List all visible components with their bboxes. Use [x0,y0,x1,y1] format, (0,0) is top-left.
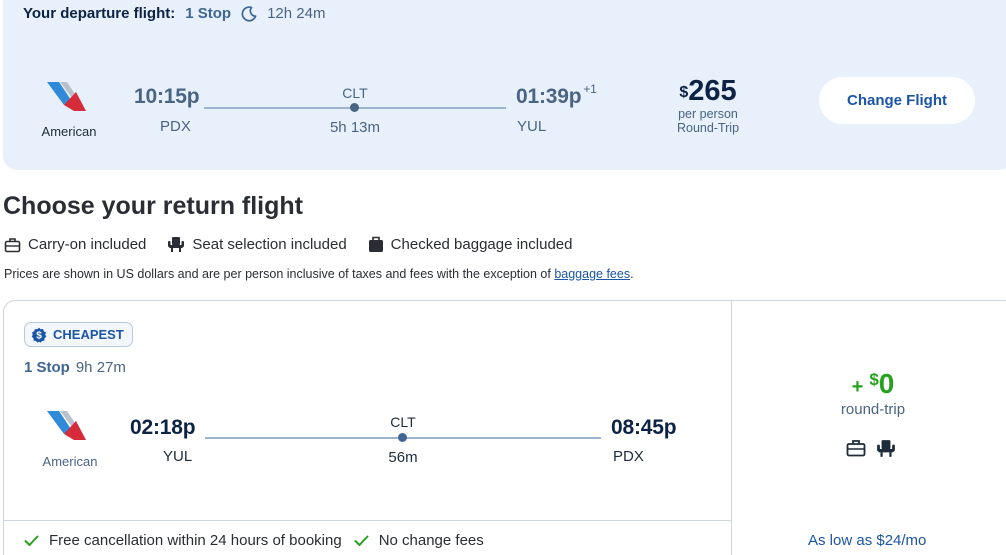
return-stop-dot [398,433,407,442]
american-airlines-logo [45,408,87,442]
policy-item: Free cancellation within 24 hours of boo… [24,532,342,549]
page-title: Choose your return flight [3,192,303,220]
price-notice: Prices are shown in US dollars and are p… [4,267,634,281]
amenity-label: Carry-on included [28,236,147,253]
return-depart-code: YUL [163,448,193,465]
seat-icon [876,439,896,458]
departure-plus-day: +1 [583,82,597,96]
amenities-list: Carry-on included Seat selection include… [4,236,593,253]
departure-arrive-code: YUL [517,118,547,135]
amenity-label: Checked baggage included [390,236,573,253]
return-price-amount: + $0 [800,368,946,400]
departure-depart-time: 10:15p [134,85,200,108]
return-stops: 1 Stop [24,359,70,376]
departure-label: Your departure flight: [23,5,176,22]
american-airlines-logo [45,79,87,113]
departure-arrive-time: 01:39p [516,85,582,108]
currency-symbol: $ [869,370,879,389]
return-layover: 56m [388,449,418,466]
baggage-fees-link[interactable]: baggage fees [554,267,630,281]
departure-stop-dot [350,103,359,112]
amenity-seat: Seat selection included [167,236,347,253]
svg-text:$: $ [36,330,42,341]
departure-layover: 5h 13m [329,119,381,136]
notice-text: Prices are shown in US dollars and are p… [4,267,555,281]
return-summary: 1 Stop 9h 27m [24,359,126,376]
notice-end: . [630,267,634,281]
amenity-label: Seat selection included [192,236,347,253]
return-arrive-code: PDX [613,448,644,465]
departure-header: Your departure flight: 1 Stop 12h 24m [23,5,325,22]
plus-sign: + [851,376,864,398]
badge-label: CHEAPEST [53,327,124,342]
policies-list: Free cancellation within 24 hours of boo… [24,532,496,549]
departure-duration: 12h 24m [267,5,326,22]
departure-airline-name: American [41,124,97,139]
price-value: 265 [688,75,737,107]
carry-on-icon [846,439,866,458]
return-depart-time: 02:18p [130,416,196,439]
change-flight-button[interactable]: Change Flight [819,77,975,124]
return-price-label: round-trip [840,401,906,418]
price-trip-type: Round-Trip [676,121,740,135]
policy-label: No change fees [378,532,484,549]
card-footer-divider [4,520,731,521]
return-stop-code: CLT [390,414,416,430]
dollar-badge-icon: $ [31,327,47,343]
policy-item: No change fees [354,532,484,549]
carry-on-icon [4,237,21,252]
policy-label: Free cancellation within 24 hours of boo… [49,532,342,549]
return-airline-name: American [42,454,98,469]
seat-icon [168,237,185,252]
currency-symbol: $ [679,84,689,101]
departure-depart-code: PDX [160,118,191,135]
included-icons [846,439,906,458]
return-price: + $0 round-trip [800,368,946,418]
departure-arrive-time-wrap: 01:39p +1 [516,82,597,109]
amenity-carry-on: Carry-on included [4,236,146,253]
amenity-checked-bag: Checked baggage included [368,236,573,253]
price-per-person: per person [678,107,738,121]
return-arrive-time: 08:45p [611,416,677,439]
card-divider [731,301,732,555]
check-icon [24,535,39,546]
check-icon [354,535,369,546]
cheapest-badge: $ CHEAPEST [24,322,133,347]
financing-link[interactable]: As low as $24/mo [808,532,926,549]
departure-price-amount: $265 [670,75,746,107]
moon-icon [241,5,257,22]
departure-price: $265 per person Round-Trip [670,75,746,135]
price-value: 0 [878,368,895,399]
return-duration: 9h 27m [75,359,126,376]
departure-stop-code: CLT [342,85,368,101]
departure-stops: 1 Stop [185,5,232,22]
checked-bag-icon [368,236,383,252]
